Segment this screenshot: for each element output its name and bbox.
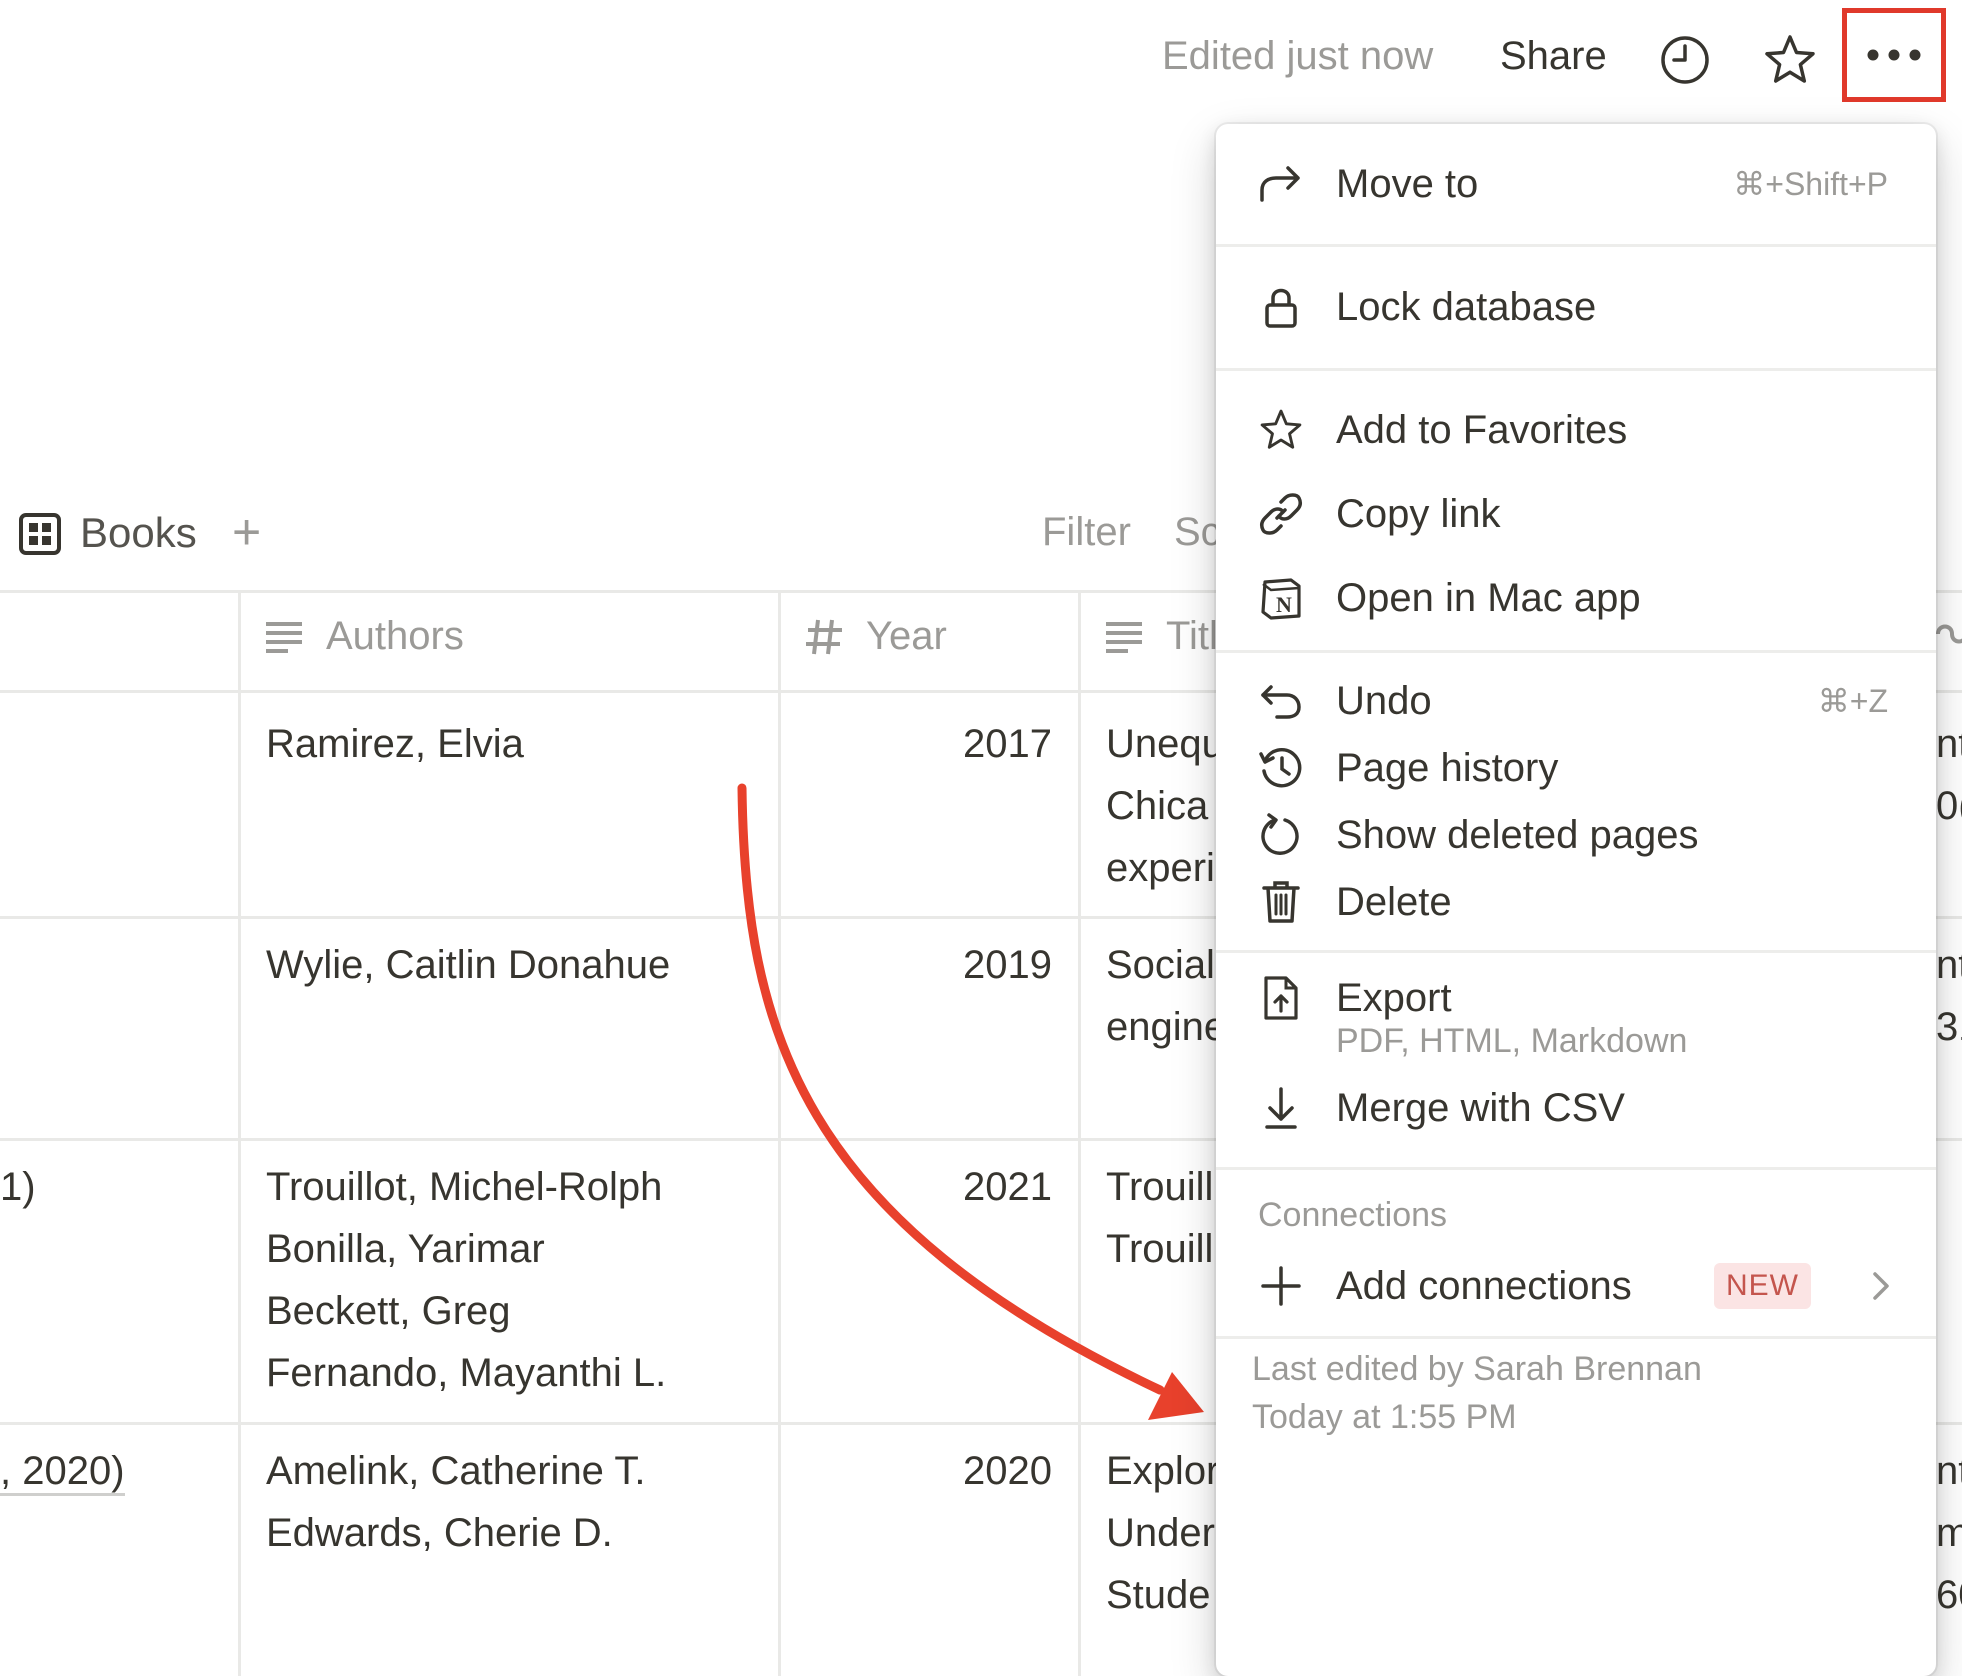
- menu-divider: [1216, 244, 1936, 247]
- menu-item-label: Undo: [1336, 678, 1432, 723]
- menu-item-label: Show deleted pages: [1336, 812, 1699, 857]
- menu-item-label: Merge with CSV: [1336, 1085, 1625, 1130]
- notion-app-icon: N: [1256, 573, 1306, 623]
- history-icon: [1256, 743, 1306, 793]
- lock-icon: [1256, 282, 1306, 332]
- menu-divider: [1216, 950, 1936, 953]
- menu-item-label: Lock database: [1336, 284, 1597, 329]
- shortcut-hint: ⌘+Z: [1817, 683, 1888, 719]
- last-edited-by: Last edited by Sarah Brennan: [1252, 1350, 1702, 1388]
- menu-item-label: Open in Mac app: [1336, 575, 1641, 620]
- undo-icon: [1256, 676, 1306, 726]
- menu-item-move-to[interactable]: Move to ⌘+Shift+P: [1216, 144, 1936, 224]
- svg-text:N: N: [1276, 592, 1292, 617]
- restore-icon: [1256, 810, 1306, 860]
- new-badge: NEW: [1714, 1263, 1811, 1309]
- menu-item-label: Add connections: [1336, 1263, 1632, 1308]
- last-edited-time: Today at 1:55 PM: [1252, 1398, 1517, 1436]
- menu-divider: [1216, 368, 1936, 371]
- page-options-menu: Move to ⌘+Shift+P Lock database Add to F…: [1216, 124, 1936, 1676]
- menu-item-label: Move to: [1336, 161, 1479, 206]
- menu-item-label: Add to Favorites: [1336, 407, 1628, 452]
- menu-item-label: Page history: [1336, 745, 1559, 790]
- menu-item-label: Copy link: [1336, 491, 1501, 536]
- connections-section-header: Connections: [1258, 1196, 1448, 1234]
- menu-divider: [1216, 650, 1936, 653]
- menu-divider: [1216, 1336, 1936, 1339]
- menu-item-merge-with-csv[interactable]: Merge with CSV: [1216, 1068, 1936, 1148]
- plus-icon: [1256, 1261, 1306, 1311]
- menu-item-lock-database[interactable]: Lock database: [1216, 267, 1936, 347]
- chevron-right-icon: [1856, 1261, 1906, 1311]
- move-arrow-icon: [1256, 159, 1306, 209]
- shortcut-hint: ⌘+Shift+P: [1733, 166, 1888, 202]
- download-arrow-icon: [1256, 1083, 1306, 1133]
- menu-item-label: Delete: [1336, 879, 1452, 924]
- menu-item-copy-link[interactable]: Copy link: [1216, 474, 1936, 554]
- menu-divider: [1216, 1167, 1936, 1170]
- star-icon: [1256, 405, 1306, 455]
- menu-item-add-connections[interactable]: Add connections NEW: [1216, 1246, 1936, 1326]
- export-formats-hint: PDF, HTML, Markdown: [1336, 1022, 1688, 1060]
- menu-item-delete[interactable]: Delete: [1216, 862, 1936, 942]
- export-file-icon: [1256, 973, 1306, 1023]
- link-icon: [1256, 489, 1306, 539]
- menu-item-add-to-favorites[interactable]: Add to Favorites: [1216, 390, 1936, 470]
- menu-item-label: Export: [1336, 975, 1452, 1020]
- trash-icon: [1256, 877, 1306, 927]
- menu-item-open-in-mac-app[interactable]: N Open in Mac app: [1216, 558, 1936, 638]
